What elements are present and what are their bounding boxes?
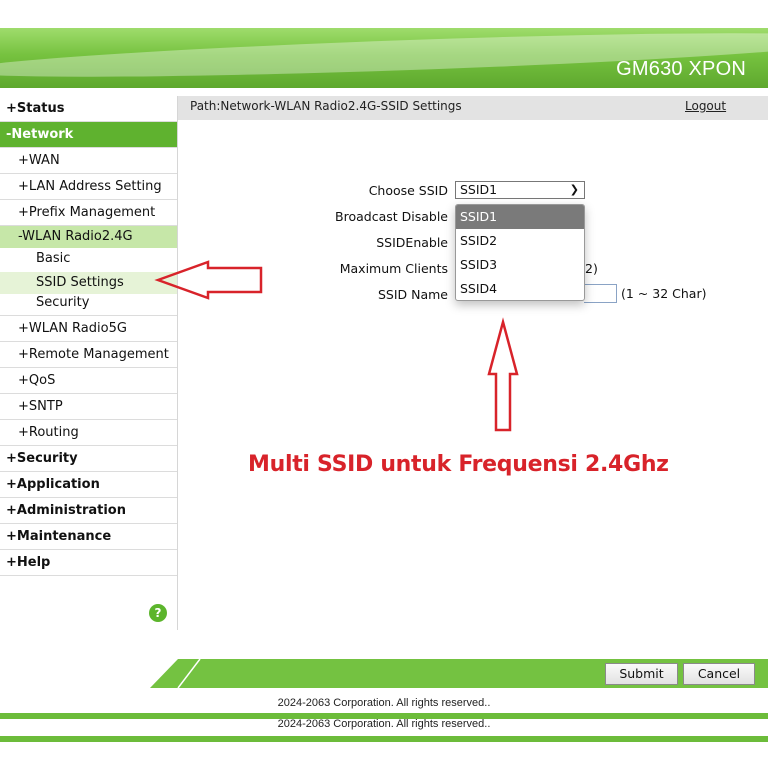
expand-icon: + xyxy=(18,321,29,336)
breadcrumb-bar: Path:Network-WLAN Radio2.4G-SSID Setting… xyxy=(178,96,768,120)
choose-ssid-value: SSID1 xyxy=(460,182,498,197)
sidebar-item-label: Prefix Management xyxy=(28,205,156,220)
ssid-name-input[interactable] xyxy=(584,284,617,303)
sidebar-item-label: LAN Address Setting xyxy=(28,179,162,194)
logout-link[interactable]: Logout xyxy=(685,96,726,116)
breadcrumb: Path:Network-WLAN Radio2.4G-SSID Setting… xyxy=(190,99,462,113)
expand-icon: + xyxy=(18,347,29,362)
ssid-name-label: SSID Name xyxy=(377,287,448,302)
dropdown-option-ssid3[interactable]: SSID3 xyxy=(456,253,584,277)
expand-icon: + xyxy=(6,451,17,466)
expand-icon: + xyxy=(6,503,17,518)
sidebar-item-label: Administration xyxy=(16,503,126,518)
cancel-button[interactable]: Cancel xyxy=(683,663,755,685)
sidebar-item-label: Remote Management xyxy=(28,347,169,362)
ssid-name-hint: (1 ~ 32 Char) xyxy=(621,286,707,301)
copyright-text: 2024-2063 Corporation. All rights reserv… xyxy=(277,697,491,709)
sidebar-item-security[interactable]: +Security xyxy=(0,446,177,472)
copyright-text-repeat: 2024-2063 Corporation. All rights reserv… xyxy=(277,719,491,730)
device-model-title: GM630 XPON xyxy=(616,58,746,80)
dropdown-option-ssid1[interactable]: SSID1 xyxy=(456,205,584,229)
sidebar-item-label: Application xyxy=(16,477,100,492)
action-bar-slash-icon xyxy=(177,659,201,688)
sidebar-item-prefix-management[interactable]: +Prefix Management xyxy=(0,200,177,226)
sidebar-item-routing[interactable]: +Routing xyxy=(0,420,177,446)
expand-icon: + xyxy=(18,153,29,168)
sidebar-item-ssid-settings[interactable]: SSID Settings xyxy=(0,272,177,294)
sidebar-item-label: Help xyxy=(16,555,51,570)
ssid-enable-label: SSIDEnable xyxy=(376,235,448,250)
sidebar-item-label: Basic xyxy=(36,251,71,266)
max-clients-hint: 2) xyxy=(585,261,598,276)
choose-ssid-select[interactable]: SSID1 ❯ xyxy=(455,181,585,199)
sidebar-item-label: WAN xyxy=(28,153,60,168)
sidebar-item-qos[interactable]: +QoS xyxy=(0,368,177,394)
sidebar-item-wlan-radio24g[interactable]: -WLAN Radio2.4G xyxy=(0,226,177,248)
sidebar-item-remote-management[interactable]: +Remote Management xyxy=(0,342,177,368)
sidebar-item-wlan-radio5g[interactable]: +WLAN Radio5G xyxy=(0,316,177,342)
chevron-down-icon: ❯ xyxy=(569,183,579,196)
sidebar-item-label: WLAN Radio2.4G xyxy=(22,229,133,244)
sidebar-item-label: Status xyxy=(16,101,65,116)
expand-icon: + xyxy=(18,399,29,414)
dropdown-option-ssid4[interactable]: SSID4 xyxy=(456,277,584,301)
dropdown-option-ssid2[interactable]: SSID2 xyxy=(456,229,584,253)
sidebar-item-wlan-security[interactable]: Security xyxy=(0,292,177,316)
sidebar-item-network[interactable]: -Network xyxy=(0,122,177,148)
sidebar-item-label: Network xyxy=(11,127,74,142)
sidebar-item-maintenance[interactable]: +Maintenance xyxy=(0,524,177,550)
ssid-dropdown-list: SSID1 SSID2 SSID3 SSID4 xyxy=(455,204,585,301)
annotation-caption: Multi SSID untuk Frequensi 2.4Ghz xyxy=(248,452,669,477)
sidebar-item-wan[interactable]: +WAN xyxy=(0,148,177,174)
router-admin-page: GM630 XPON +Status -Network +WAN +LAN Ad… xyxy=(0,0,768,768)
sidebar-item-label: SNTP xyxy=(28,399,63,414)
action-bar: Submit Cancel xyxy=(150,659,768,688)
sidebar-item-help[interactable]: +Help xyxy=(0,550,177,576)
sidebar-item-basic[interactable]: Basic xyxy=(0,248,177,270)
header: GM630 XPON xyxy=(0,0,768,88)
footer-divider-bottom xyxy=(0,736,768,742)
expand-icon: + xyxy=(18,373,29,388)
expand-icon: + xyxy=(6,101,17,116)
sidebar-item-label: Security xyxy=(36,295,90,310)
sidebar-item-label: Maintenance xyxy=(16,529,112,544)
sidebar-item-administration[interactable]: +Administration xyxy=(0,498,177,524)
expand-icon: + xyxy=(18,205,29,220)
help-icon[interactable]: ? xyxy=(149,604,167,622)
sidebar-item-label: QoS xyxy=(28,373,56,388)
expand-icon: + xyxy=(6,477,17,492)
expand-icon: + xyxy=(18,179,29,194)
submit-button[interactable]: Submit xyxy=(605,663,678,685)
expand-icon: + xyxy=(6,555,17,570)
sidebar-item-status[interactable]: +Status xyxy=(0,96,177,122)
sidebar-item-lan-address-setting[interactable]: +LAN Address Setting xyxy=(0,174,177,200)
sidebar-item-label: Routing xyxy=(28,425,79,440)
max-clients-label: Maximum Clients xyxy=(339,261,448,276)
choose-ssid-label: Choose SSID xyxy=(368,183,448,198)
expand-icon: + xyxy=(18,425,29,440)
expand-icon: + xyxy=(6,529,17,544)
sidebar-item-sntp[interactable]: +SNTP xyxy=(0,394,177,420)
broadcast-disable-label: Broadcast Disable xyxy=(335,209,448,224)
sidebar-item-label: Security xyxy=(16,451,78,466)
sidebar-item-label: WLAN Radio5G xyxy=(28,321,127,336)
sidebar: +Status -Network +WAN +LAN Address Setti… xyxy=(0,96,178,630)
sidebar-item-label: SSID Settings xyxy=(36,275,124,290)
sidebar-item-application[interactable]: +Application xyxy=(0,472,177,498)
